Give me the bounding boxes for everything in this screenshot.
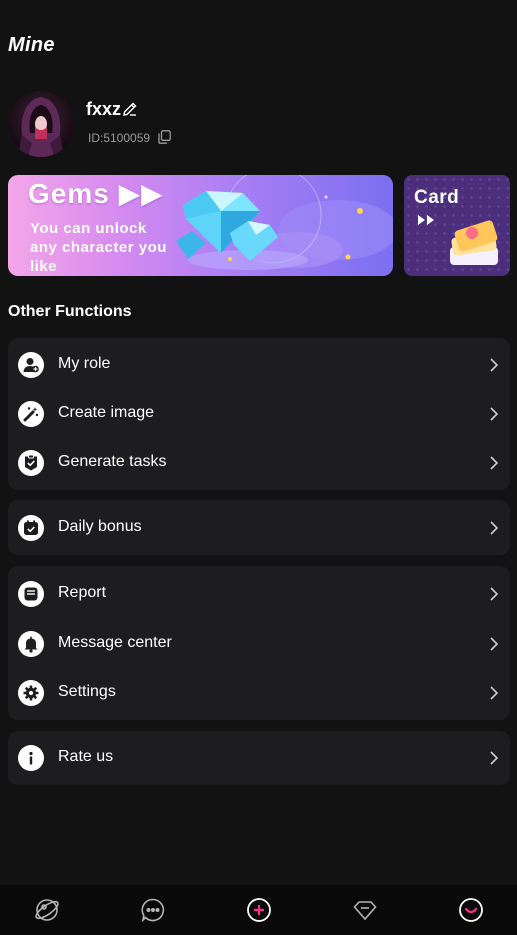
- menu-item-daily-bonus[interactable]: Daily bonus: [8, 506, 510, 550]
- chevron-right-icon: [490, 407, 498, 421]
- chevron-right-icon: [490, 456, 498, 470]
- bell-icon: [18, 631, 44, 657]
- menu-item-label: My role: [58, 355, 111, 372]
- card-banner-art: [418, 215, 498, 265]
- menu-item-label: Daily bonus: [58, 518, 142, 535]
- edit-pencil-icon[interactable]: [122, 101, 138, 117]
- menu-item-generate-tasks[interactable]: Generate tasks: [8, 441, 510, 485]
- menu-item-my-role[interactable]: My role: [8, 343, 510, 387]
- chevron-right-icon: [490, 751, 498, 765]
- gems-title: Gems ▶▶: [28, 178, 164, 209]
- menu-item-label: Settings: [58, 683, 116, 700]
- chevron-right-icon: [490, 587, 498, 601]
- menu-group-3: Report Message center Settings: [8, 566, 510, 720]
- magic-wand-icon: [18, 401, 44, 427]
- info-icon: [18, 745, 44, 771]
- menu-item-label: Rate us: [58, 748, 114, 765]
- chevron-right-icon: [490, 358, 498, 372]
- inbox-icon: [18, 581, 44, 607]
- task-check-icon: [18, 450, 44, 476]
- chevron-right-icon: [490, 686, 498, 700]
- menu-item-label: Report: [58, 584, 107, 601]
- avatar[interactable]: [8, 91, 74, 157]
- menu-group-4: Rate us: [8, 731, 510, 785]
- chevron-right-icon: [490, 521, 498, 535]
- menu-item-settings[interactable]: Settings: [8, 671, 510, 715]
- user-id: ID:5100059: [88, 131, 151, 145]
- gems-banner[interactable]: Gems ▶▶ You can unlock any character you…: [8, 175, 393, 276]
- menu-item-label: Message center: [58, 634, 172, 651]
- chat-icon: [141, 898, 165, 923]
- copy-icon[interactable]: [158, 130, 171, 144]
- explore-icon: [35, 899, 59, 921]
- nav-explore[interactable]: [17, 885, 77, 935]
- calendar-check-icon: [18, 515, 44, 541]
- section-title: Other Functions: [8, 303, 132, 320]
- menu-item-report[interactable]: Report: [8, 572, 510, 616]
- chevron-right-icon: [490, 637, 498, 651]
- nav-chat[interactable]: [123, 885, 183, 935]
- nav-gems[interactable]: [335, 885, 395, 935]
- menu-group-2: Daily bonus: [8, 500, 510, 555]
- gear-icon: [18, 680, 44, 706]
- gems-subtitle: You can unlock any character you like: [30, 220, 167, 275]
- card-banner[interactable]: Card: [404, 175, 510, 276]
- page-title: Mine: [8, 34, 55, 56]
- menu-item-label: Generate tasks: [58, 453, 167, 470]
- menu-item-rate-us[interactable]: Rate us: [8, 736, 510, 780]
- user-add-icon: [18, 352, 44, 378]
- menu-group-1: My role Create image Generate tasks: [8, 338, 510, 490]
- profile-icon: [459, 898, 483, 922]
- create-plus-icon: [247, 898, 271, 922]
- username: fxxz: [86, 99, 122, 119]
- nav-create[interactable]: [229, 885, 289, 935]
- nav-profile[interactable]: [441, 885, 501, 935]
- menu-item-message-center[interactable]: Message center: [8, 622, 510, 666]
- bottom-nav: [0, 885, 517, 935]
- gem-icon: [353, 901, 377, 921]
- menu-item-create-image[interactable]: Create image: [8, 392, 510, 436]
- menu-item-label: Create image: [58, 404, 155, 421]
